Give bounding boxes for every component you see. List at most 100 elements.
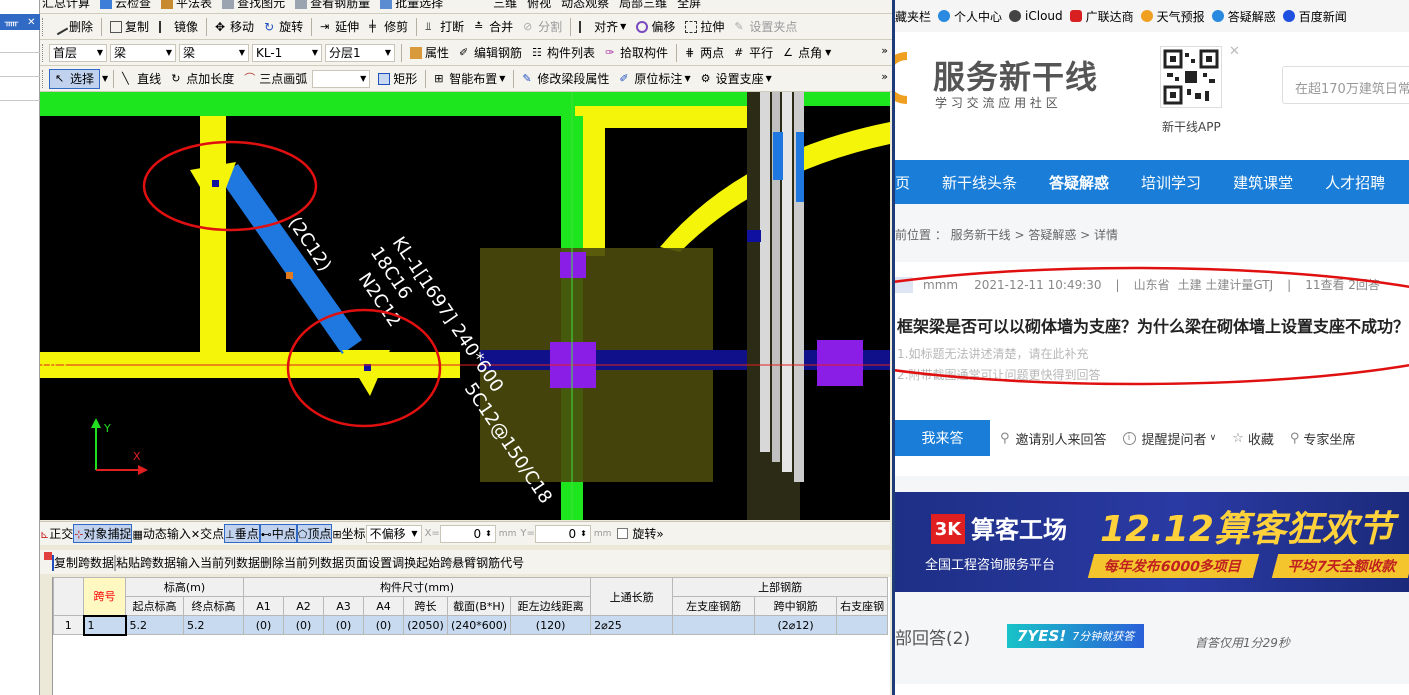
nav-training[interactable]: 培训学习 (1125, 172, 1217, 193)
floor-select[interactable]: 首层 ▼ (49, 43, 107, 62)
nav-qa[interactable]: 答疑解惑 (1033, 172, 1125, 193)
bookmark-icloud[interactable]: iCloud (1009, 9, 1063, 23)
toolbar-more-icon[interactable]: » (656, 527, 663, 541)
toolbar-more-icon[interactable]: » (881, 70, 888, 83)
cell-left-support[interactable] (672, 615, 756, 635)
cell-top-long[interactable]: 2⌀25 (590, 615, 674, 635)
fullscreen-button[interactable]: 全屏 (672, 0, 706, 13)
view-rebar-button[interactable]: 查看钢筋量 (290, 0, 375, 13)
set-support-button[interactable]: ⚙ 设置支座 ▼ (696, 69, 777, 89)
invite-answer-link[interactable]: ⚲ 邀请别人来回答 (1000, 429, 1107, 448)
line-tool-button[interactable]: ╲ 直线 (117, 69, 166, 89)
properties-button[interactable]: 属性 (405, 43, 454, 63)
cell-start-elev[interactable]: 5.2 (125, 615, 184, 635)
rotate-checkbox[interactable] (617, 528, 629, 539)
green-wall-top-right[interactable] (800, 92, 890, 106)
copy-span-data-button[interactable]: 复制跨数据 (52, 554, 114, 571)
cloud-check-button[interactable]: 云检查 (95, 0, 156, 13)
object-snap-toggle[interactable]: ⊹对象捕捉 (73, 524, 133, 543)
stretch-button[interactable]: 拉伸 (680, 17, 729, 37)
nav-recruitment[interactable]: 人才招聘 (1309, 172, 1401, 193)
cantilever-code-button[interactable]: 悬臂钢筋代号 (452, 554, 524, 571)
batch-select-button[interactable]: 批量选择 (375, 0, 448, 13)
edit-rebar-button[interactable]: ✐ 编辑钢筋 (454, 43, 527, 63)
dynamic-input-toggle[interactable]: ▦动态输入 (132, 525, 190, 542)
remind-asker-link[interactable]: i 提醒提问者 ∨ (1122, 429, 1216, 448)
set-grip-button[interactable]: ✎ 设置夹点 (729, 17, 802, 37)
component-list-button[interactable]: ☷ 构件列表 (527, 43, 600, 63)
answer-button[interactable]: 我来答 (895, 420, 990, 456)
3d-button[interactable]: 三维 (488, 0, 522, 13)
copy-button[interactable]: 复制 (105, 17, 154, 37)
align-button[interactable]: 对齐 ▼ (574, 17, 631, 37)
toolbar-more-icon[interactable]: » (881, 44, 888, 57)
toolbar-grip[interactable] (42, 17, 45, 36)
column-1[interactable] (560, 252, 586, 278)
bookmark-qa[interactable]: 答疑解惑 (1211, 8, 1276, 25)
component-select[interactable]: KL-1 ▼ (252, 43, 322, 62)
yellow-beam-top[interactable] (600, 106, 747, 128)
blue-diagonal-beam[interactable] (218, 164, 362, 354)
modify-beam-button[interactable]: ✎ 修改梁段属性 (517, 69, 614, 89)
cell-length[interactable]: (2050) (403, 615, 448, 635)
arc-mode-select[interactable]: ▼ (312, 69, 371, 88)
offset-button[interactable]: 偏移 (631, 17, 680, 37)
start-grip[interactable] (212, 180, 219, 187)
trim-button[interactable]: ╪ 修剪 (364, 17, 413, 37)
cell-a3[interactable]: (0) (323, 615, 364, 635)
merge-button[interactable]: ≛ 合并 (469, 17, 518, 37)
midpoint-snap[interactable]: ⊷中点 (259, 524, 297, 543)
move-button[interactable]: ✥ 移动 (210, 17, 259, 37)
cell-distance[interactable]: (120) (510, 615, 592, 635)
type-select[interactable]: 梁 ▼ (179, 43, 249, 62)
select-tool-button[interactable]: ↖ 选择 (49, 68, 101, 89)
delete-button[interactable]: 删除 (49, 17, 98, 37)
split-button[interactable]: ⊘ 分割 (518, 17, 567, 37)
cell-section[interactable]: (240*600) (446, 615, 512, 635)
cell-right-support[interactable] (836, 615, 889, 635)
promo-banner[interactable]: 3K 算客工场 全国工程咨询服务平台 12.12算客狂欢节 每年发布6000多项… (895, 492, 1409, 592)
rotate-button[interactable]: ↻ 旋转 (259, 17, 308, 37)
mirror-button[interactable]: 镜像 (154, 17, 203, 37)
input-column-button[interactable]: 输入当前列数据 (176, 554, 260, 571)
parallel-button[interactable]: # 平行 (729, 43, 778, 63)
two-point-button[interactable]: ⋕ 两点 (680, 43, 729, 63)
extend-button[interactable]: ⇥ 延伸 (315, 17, 364, 37)
smart-layout-button[interactable]: ⊞ 智能布置 ▼ (429, 69, 510, 89)
ortho-toggle[interactable]: ⊾正交 (40, 525, 73, 542)
close-panel-icon[interactable] (44, 552, 52, 560)
intersection-snap[interactable]: ✕交点 (191, 525, 224, 542)
orbit-button[interactable]: 动态观察 (556, 0, 614, 13)
delete-column-button[interactable]: 删除当前列数据 (260, 554, 344, 571)
toolbar-grip[interactable] (42, 43, 45, 62)
vertex-snap[interactable]: ⬠顶点 (296, 524, 333, 543)
cell-end-elev[interactable]: 5.2 (183, 615, 244, 635)
yellow-beam-vertical[interactable] (200, 116, 226, 378)
in-place-mark-button[interactable]: ✐ 原位标注 ▼ (614, 69, 695, 89)
bookmark-weather[interactable]: 天气预报 (1140, 8, 1205, 25)
three-point-arc-button[interactable]: ⌒ 三点画弧 (239, 69, 312, 89)
cell-span[interactable]: 1 (82, 614, 127, 636)
bookmark-favorites[interactable]: 藏夹栏 (895, 8, 931, 25)
drawing-canvas[interactable]: A Y X (2C12) KL-1[1697] 240*600 18C16 N2… (40, 92, 890, 520)
search-input[interactable]: 在超170万建筑日常 (1282, 66, 1409, 104)
local-3d-button[interactable]: 局部三维 (614, 0, 672, 13)
pin-icon[interactable]: ᚅ (4, 17, 18, 28)
close-icon[interactable]: ✕ (27, 17, 35, 28)
bookmark-personal[interactable]: 个人中心 (938, 8, 1002, 25)
cell-a1[interactable]: (0) (243, 615, 284, 635)
layer-select[interactable]: 分层1 ▼ (325, 43, 395, 62)
favorite-link[interactable]: ☆ 收藏 (1232, 429, 1274, 448)
expert-seat-link[interactable]: ⚲ 专家坐席 (1290, 429, 1356, 448)
coordinate-snap[interactable]: ⊞坐标 (332, 525, 365, 542)
qr-close-icon[interactable]: ✕ (1229, 44, 1240, 59)
point-angle-button[interactable]: ∠ 点角 ▼ (778, 43, 836, 63)
table-row[interactable]: 1 1 5.2 5.2 (0) (0) (0) (0) (2050) (240*… (53, 614, 889, 636)
cell-a4[interactable]: (0) (363, 615, 404, 635)
swap-start-span-button[interactable]: 调换起始跨 (392, 554, 452, 571)
break-button[interactable]: ⫫ 打断 (420, 17, 469, 37)
top-view-button[interactable]: 俯视 (522, 0, 556, 13)
cell-mid-span[interactable]: (2⌀12) (754, 615, 838, 635)
y-coordinate-input[interactable]: 0 ⬍ (534, 524, 591, 543)
column-3[interactable] (817, 340, 863, 386)
